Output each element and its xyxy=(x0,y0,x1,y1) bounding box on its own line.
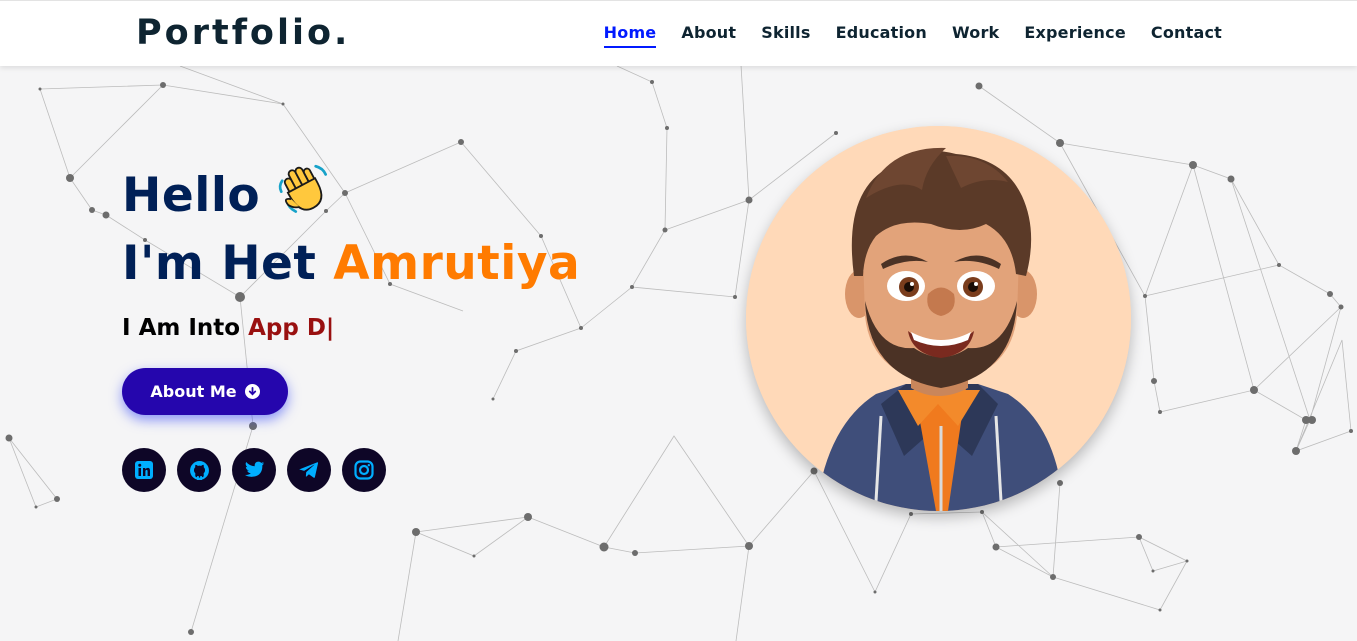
social-links xyxy=(122,448,386,492)
typed-text: App D| xyxy=(248,315,335,341)
nav-skills[interactable]: Skills xyxy=(761,23,810,48)
logo[interactable]: Portfolio. xyxy=(136,13,350,53)
typing-prefix: I Am Into xyxy=(122,315,241,341)
nav-home[interactable]: Home xyxy=(603,23,657,48)
nav-contact[interactable]: Contact xyxy=(1151,23,1222,48)
telegram-icon[interactable] xyxy=(287,448,331,492)
hero-intro: I'm Het Amrutiya xyxy=(122,236,580,291)
intro-prefix: I'm Het xyxy=(122,236,317,291)
linkedin-icon[interactable] xyxy=(122,448,166,492)
intro-accent-name: Amrutiya xyxy=(333,236,581,291)
navbar: Portfolio. Home About Skills Education W… xyxy=(0,0,1357,66)
about-me-button[interactable]: About Me xyxy=(122,368,288,415)
about-me-label: About Me xyxy=(150,382,237,401)
nav-about[interactable]: About xyxy=(681,23,736,48)
main-nav: Home About Skills Education Work Experie… xyxy=(603,23,1222,48)
twitter-icon[interactable] xyxy=(232,448,276,492)
nav-work[interactable]: Work xyxy=(952,23,999,48)
profile-avatar xyxy=(746,126,1131,511)
nav-experience[interactable]: Experience xyxy=(1024,23,1126,48)
github-icon[interactable] xyxy=(177,448,221,492)
instagram-icon[interactable] xyxy=(342,448,386,492)
nav-education[interactable]: Education xyxy=(836,23,927,48)
waving-hand-icon xyxy=(278,164,328,213)
hero-section: Hello I'm Het Amrutiya I Am Into App D| … xyxy=(0,66,1357,641)
arrow-down-circle-icon xyxy=(244,384,260,399)
greeting-text: Hello xyxy=(122,168,261,223)
hero-greeting: Hello xyxy=(122,159,332,223)
typing-line: I Am Into App D| xyxy=(122,315,334,341)
